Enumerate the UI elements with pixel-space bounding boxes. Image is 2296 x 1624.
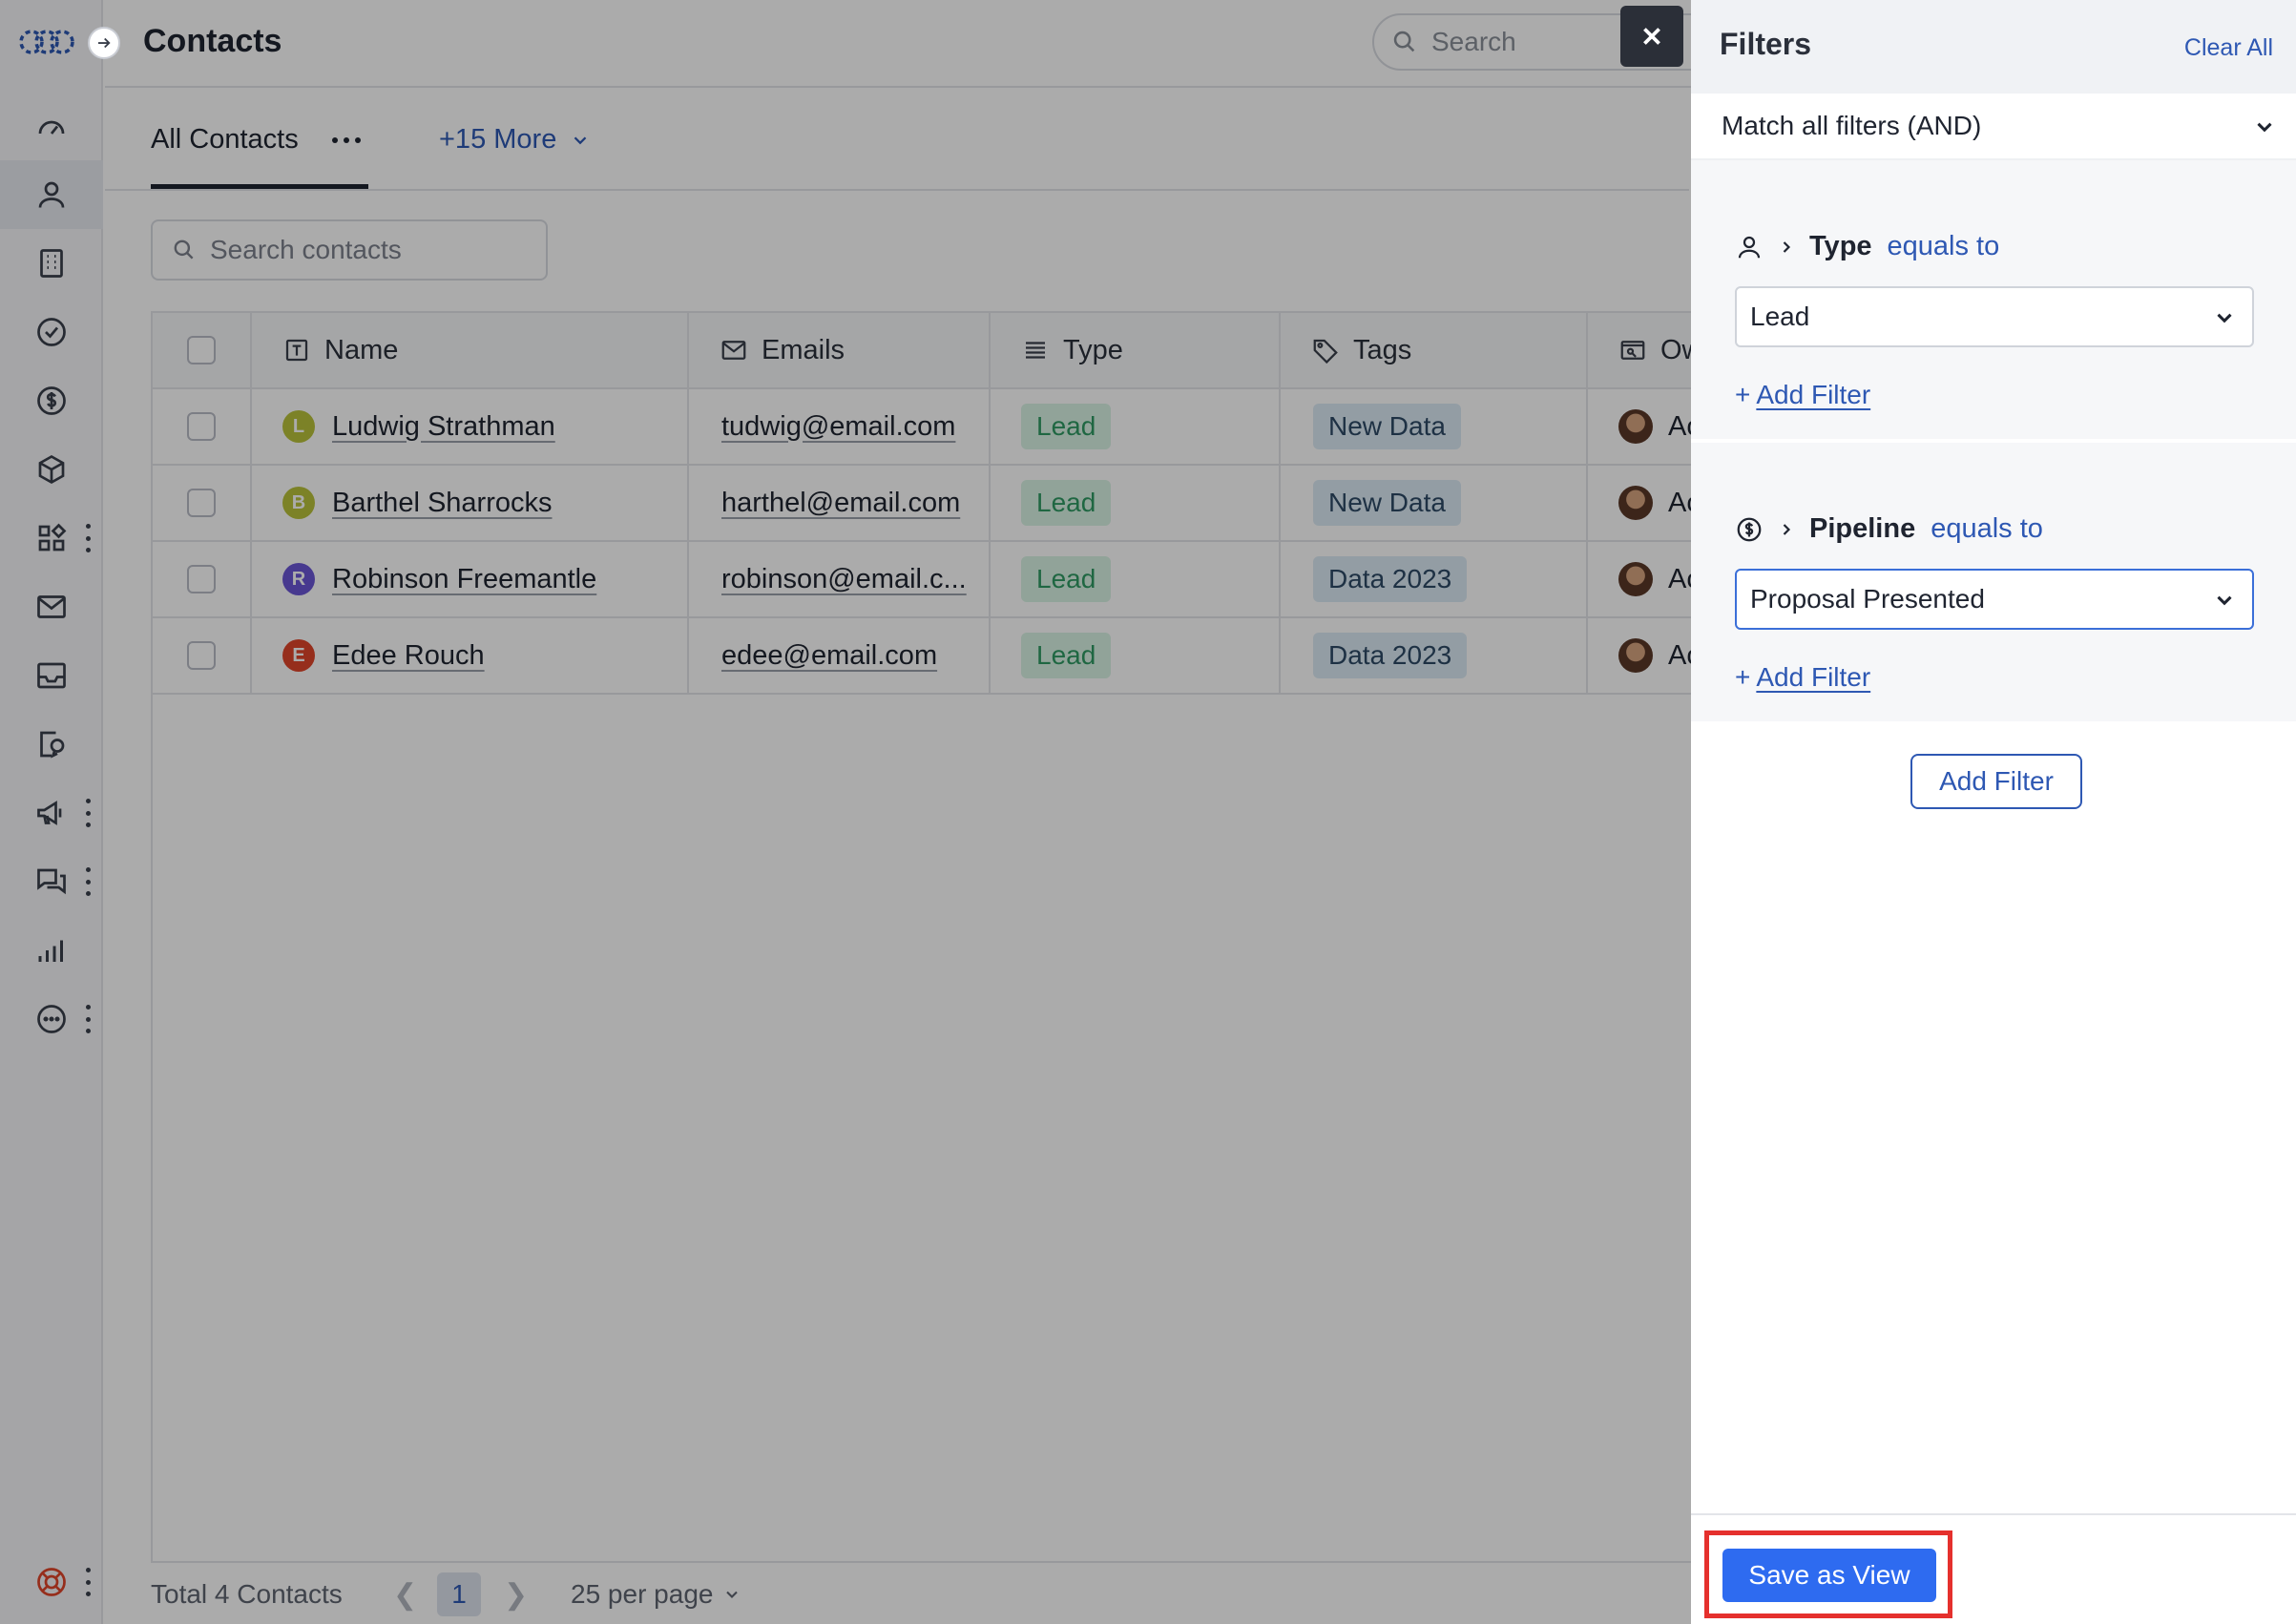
add-sub-filter-link[interactable]: + Add Filter (1735, 380, 1870, 410)
filter-value: Proposal Presented (1750, 584, 1985, 614)
add-sub-filter-link[interactable]: + Add Filter (1735, 662, 1870, 693)
plus-icon: + (1735, 380, 1751, 409)
filters-title: Filters (1720, 27, 1812, 61)
plus-icon: + (1735, 662, 1751, 692)
filters-header: Filters Clear All (1691, 0, 2296, 94)
person-icon (1738, 236, 1761, 258)
clear-all-link[interactable]: Clear All (2184, 34, 2273, 62)
filter-block-pipeline: Pipeline equals to Proposal Presented + … (1691, 443, 2296, 721)
dollar-circle-icon (1737, 517, 1762, 541)
filter-value-select[interactable]: Proposal Presented (1735, 569, 2254, 630)
expand-sidebar-button[interactable] (88, 27, 120, 59)
filter-field: Pipeline (1809, 513, 1916, 544)
highlight-box: Save as View (1704, 1530, 1952, 1618)
chevron-down-icon (2257, 122, 2272, 133)
filter-value: Lead (1750, 302, 1810, 331)
add-filter-button[interactable]: Add Filter (1910, 754, 2082, 809)
chevron-down-icon (2217, 595, 2232, 606)
close-filters-button[interactable] (1620, 6, 1683, 67)
match-mode-select[interactable]: Match all filters (AND) (1691, 94, 2296, 160)
match-mode-value: Match all filters (AND) (1722, 111, 1982, 140)
filter-operator[interactable]: equals to (1888, 231, 2000, 262)
chevron-down-icon (2217, 313, 2232, 323)
filter-block-type: Type equals to Lead + Add Filter (1691, 160, 2296, 439)
filter-field: Type (1809, 231, 1872, 261)
chevron-right-icon (1783, 240, 1791, 253)
modal-backdrop[interactable] (0, 0, 1691, 1624)
filter-condition: Type equals to (1735, 231, 1999, 262)
filter-condition: Pipeline equals to (1735, 513, 2043, 545)
chevron-right-icon (1783, 523, 1791, 535)
arrow-right-icon (98, 37, 111, 49)
add-filter-label: Add Filter (1756, 380, 1871, 409)
filter-operator[interactable]: equals to (1931, 513, 2043, 545)
add-filter-label: Add Filter (1756, 662, 1871, 692)
filters-panel: Filters Clear All Match all filters (AND… (1691, 0, 2296, 1624)
filters-footer: Save as View (1691, 1513, 2296, 1624)
filter-value-select[interactable]: Lead (1735, 286, 2254, 347)
close-icon (1643, 28, 1660, 45)
save-as-view-button[interactable]: Save as View (1722, 1549, 1936, 1602)
